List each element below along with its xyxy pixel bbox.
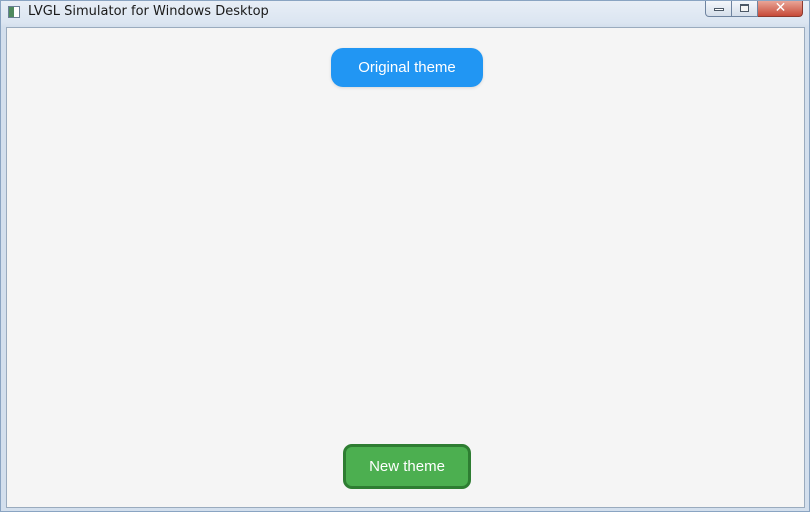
simulator-window: LVGL Simulator for Windows Desktop ✕ Ori… [0, 0, 810, 512]
title-bar[interactable]: LVGL Simulator for Windows Desktop ✕ [1, 0, 809, 26]
maximize-button[interactable] [732, 1, 758, 17]
window-controls: ✕ [705, 0, 803, 17]
lvgl-screen: Original theme New theme [6, 27, 805, 508]
minimize-icon [714, 8, 724, 11]
close-icon: ✕ [774, 0, 787, 16]
new-theme-button[interactable]: New theme [343, 444, 471, 489]
maximize-icon [740, 4, 749, 12]
original-theme-button[interactable]: Original theme [331, 48, 483, 87]
new-theme-label: New theme [369, 458, 445, 475]
minimize-button[interactable] [705, 1, 732, 17]
window-title: LVGL Simulator for Windows Desktop [28, 4, 269, 19]
app-icon[interactable] [8, 6, 20, 18]
close-button[interactable]: ✕ [758, 0, 803, 17]
original-theme-label: Original theme [358, 59, 456, 76]
